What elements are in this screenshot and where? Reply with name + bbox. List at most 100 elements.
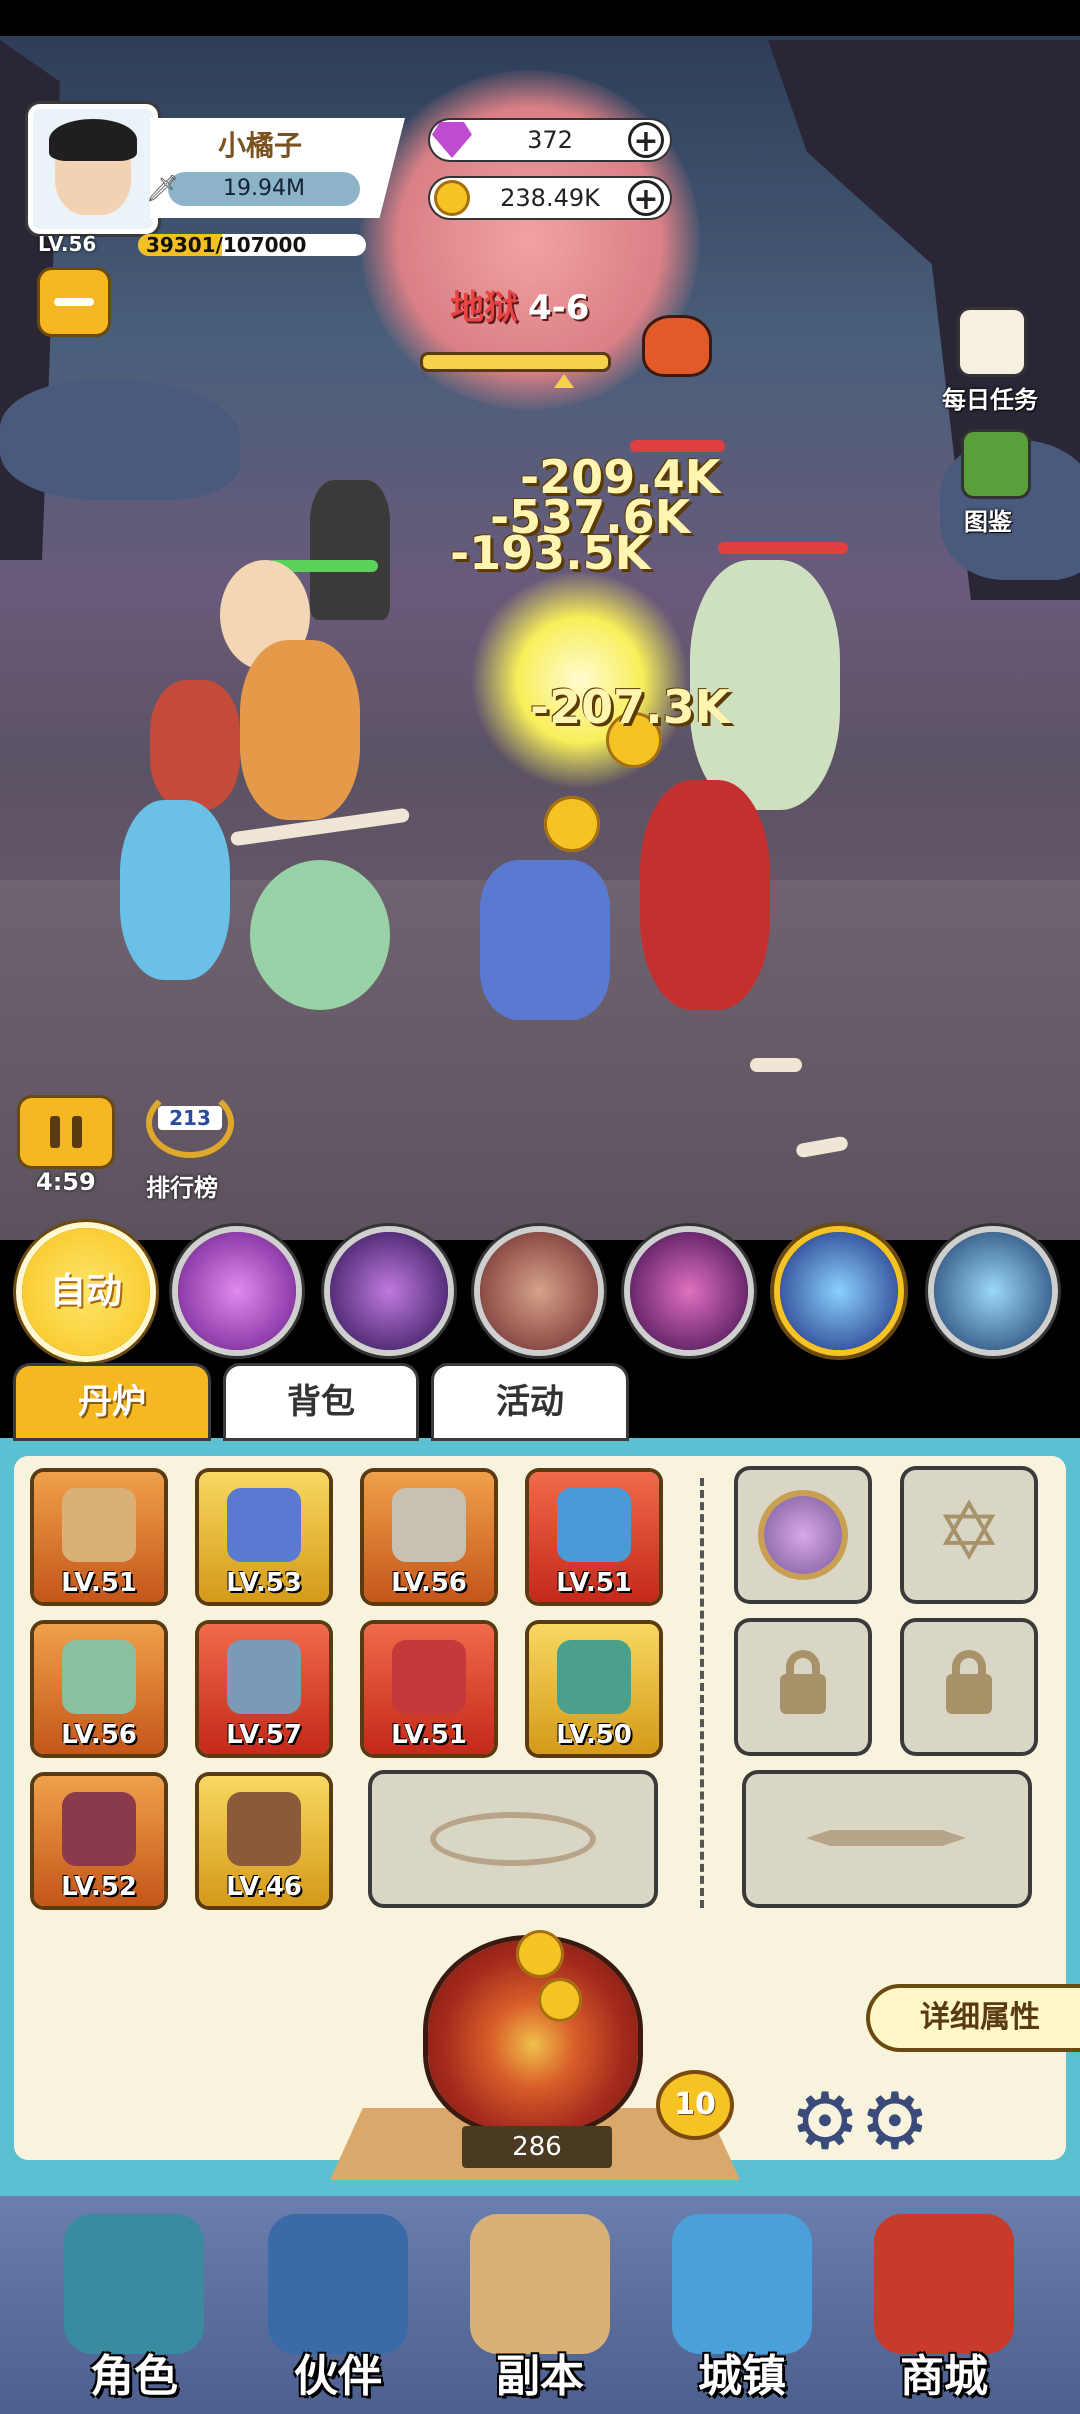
nav-town-label: 城镇 — [698, 2351, 786, 2402]
equipment-level: LV.57 — [226, 1720, 302, 1750]
equipment-slot[interactable]: LV.51 — [529, 1472, 659, 1602]
hexagram-icon: ✡ — [935, 1485, 1003, 1578]
nav-character-label: 角色 — [90, 2351, 178, 2402]
pause-bar — [50, 1116, 60, 1148]
boots-icon — [227, 1792, 301, 1866]
panel-divider — [700, 1478, 704, 1908]
equipment-slot[interactable]: LV.56 — [364, 1472, 494, 1602]
equipment-slot[interactable]: LV.52 — [34, 1776, 164, 1906]
belt-icon — [62, 1792, 136, 1866]
equipment-slot[interactable]: LV.50 — [529, 1624, 659, 1754]
gem-count: 372 — [527, 126, 573, 154]
jade-pendant-icon — [557, 1640, 631, 1714]
tab-backpack[interactable]: 背包 — [226, 1366, 416, 1438]
stage-title: 地狱 4-6 — [450, 280, 589, 329]
armor-icon — [392, 1488, 466, 1562]
scroll-icon — [470, 2214, 610, 2354]
player-avatar[interactable] — [28, 104, 158, 234]
equipment-slot[interactable]: LV.56 — [34, 1624, 164, 1754]
mirror-slot[interactable] — [738, 1470, 868, 1600]
tab-events[interactable]: 活动 — [434, 1366, 626, 1438]
locked-slot[interactable] — [738, 1622, 868, 1752]
nav-partner[interactable]: 伙伴 — [240, 2200, 436, 2402]
detailed-attributes-button[interactable]: 详细属性 — [870, 1988, 1080, 2048]
equipment-slot[interactable]: LV.46 — [199, 1776, 329, 1906]
combat-power: 🗡 19.94M — [146, 172, 360, 206]
blue-comet-skill-icon[interactable] — [780, 1232, 898, 1350]
pause-bar — [72, 1116, 82, 1148]
codex-label[interactable]: 图鉴 — [964, 502, 1012, 537]
gold-coin[interactable] — [544, 796, 600, 852]
formation-icon — [430, 1812, 596, 1866]
nav-shop-label: 商城 — [900, 2351, 988, 2402]
hexagram-slot[interactable]: ✡ — [904, 1470, 1034, 1600]
locked-slot[interactable] — [904, 1622, 1034, 1752]
equipment-slot[interactable]: LV.51 — [34, 1472, 164, 1602]
ranking-icon-text: 213 — [158, 1106, 222, 1130]
gold-count: 238.49K — [500, 184, 600, 212]
hero-fairy[interactable] — [250, 860, 390, 1010]
daily-tasks-label[interactable]: 每日任务 — [942, 380, 1038, 415]
mirror-icon — [764, 1496, 842, 1574]
daily-tasks-icon[interactable] — [960, 310, 1024, 374]
settings-gears-icon[interactable]: ⚙⚙ — [790, 2080, 930, 2164]
gold-coin-icon — [434, 180, 470, 216]
equipment-slot[interactable]: LV.53 — [199, 1472, 329, 1602]
sword-icon: 🗡 — [146, 174, 180, 204]
purple-vortex-skill-icon[interactable] — [330, 1232, 448, 1350]
add-gold-button[interactable]: + — [628, 180, 664, 217]
hero-cat-girl[interactable] — [150, 680, 240, 810]
furnace-level-badge[interactable]: 10 — [660, 2074, 730, 2136]
hero-blue-girl[interactable] — [120, 800, 230, 980]
helmet-icon — [227, 1488, 301, 1562]
nav-character[interactable]: 角色 — [36, 2200, 232, 2402]
formation-slot[interactable] — [372, 1774, 654, 1904]
beast-skill-icon[interactable] — [480, 1232, 598, 1350]
enemy-bald-monk[interactable] — [640, 780, 770, 1010]
ranking-icon[interactable]: 213 — [140, 1082, 240, 1162]
equipment-slot[interactable]: LV.57 — [199, 1624, 329, 1754]
equipment-slot[interactable]: LV.51 — [364, 1624, 494, 1754]
add-gems-button[interactable]: + — [628, 122, 664, 159]
necklace-icon — [392, 1640, 466, 1714]
spear-icon — [62, 1488, 136, 1562]
nav-dungeon[interactable]: 副本 — [442, 2200, 638, 2402]
xp-text: 39301/107000 — [146, 233, 307, 257]
avatar-hair — [49, 119, 137, 161]
hero-official[interactable] — [310, 480, 390, 620]
furnace-count: 286 — [462, 2126, 612, 2168]
lock-body — [780, 1674, 826, 1714]
ice-wall-skill-icon[interactable] — [934, 1232, 1052, 1350]
equipment-level: LV.52 — [61, 1872, 137, 1902]
gold-coin — [516, 1930, 564, 1978]
codex-book-icon[interactable] — [964, 432, 1028, 496]
equipment-level: LV.46 — [226, 1872, 302, 1902]
auto-battle-button[interactable]: 自动 — [22, 1228, 150, 1356]
orb-icon — [557, 1488, 631, 1562]
tab-furnace[interactable]: 丹炉 — [16, 1366, 208, 1438]
ranking-label[interactable]: 排行榜 — [146, 1168, 218, 1203]
character-icon — [64, 2214, 204, 2354]
stage-progress-bar — [420, 352, 611, 372]
combat-power-value: 19.94M — [223, 176, 305, 201]
collapse-button[interactable] — [40, 270, 108, 334]
spiral-skill-icon[interactable] — [630, 1232, 748, 1350]
hero-shiba[interactable] — [240, 640, 360, 820]
boss-icon[interactable] — [645, 318, 709, 374]
weapon-slot[interactable] — [746, 1774, 1028, 1904]
nav-town[interactable]: 城镇 — [644, 2200, 840, 2402]
nav-shop[interactable]: 商城 — [846, 2200, 1042, 2402]
bagua-icon — [227, 1640, 301, 1714]
purple-lightning-skill-icon[interactable] — [178, 1232, 296, 1350]
nav-dungeon-label: 副本 — [496, 2351, 584, 2402]
progress-marker-icon — [554, 374, 575, 388]
pause-button[interactable] — [20, 1098, 112, 1166]
nav-partner-label: 伙伴 — [294, 2351, 382, 2402]
lock-body — [946, 1674, 992, 1714]
equipment-level: LV.51 — [61, 1568, 137, 1598]
damage-number: -193.5K — [450, 526, 651, 580]
stage-prefix: 地狱 — [450, 288, 518, 328]
equipment-level: LV.50 — [556, 1720, 632, 1750]
battle-timer: 4:59 — [36, 1168, 96, 1196]
enemy-swordsman[interactable] — [480, 860, 610, 1020]
